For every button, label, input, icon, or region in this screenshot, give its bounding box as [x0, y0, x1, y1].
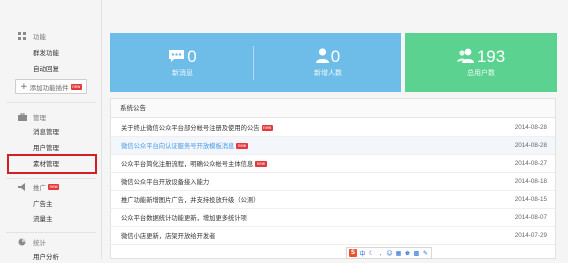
- notice-row[interactable]: 微信公众平台向认证服务号开放模板消息 new 2014-08-28: [111, 137, 555, 155]
- section-title: 功能: [33, 33, 46, 41]
- tool-icon[interactable]: ✎: [422, 250, 429, 257]
- notice-link[interactable]: 关于终止微信公众平台部分帐号注册及使用的公告 new: [121, 123, 273, 132]
- keyboard-icon[interactable]: ▦: [395, 250, 402, 257]
- add-plugin-label: 添加功能插件: [29, 83, 69, 92]
- new-badge: new: [236, 143, 248, 149]
- notice-panel: 系统公告 关于终止微信公众平台部分帐号注册及使用的公告 new 2014-08-2…: [110, 98, 556, 259]
- smile-icon[interactable]: ☺: [386, 250, 393, 257]
- notice-date: 2014-08-18: [514, 178, 547, 185]
- sidebar-item-messages[interactable]: 消息管理: [33, 126, 59, 138]
- section-title: 推广: [33, 184, 46, 192]
- notice-link[interactable]: 微信公众平台开放设备接入能力: [121, 177, 209, 186]
- punctuation-icon[interactable]: ,: [377, 250, 384, 257]
- user-icon: [315, 48, 329, 65]
- highlight-box: [7, 154, 97, 174]
- chart-icon: [16, 238, 28, 246]
- section-promotion: 推广 new: [0, 181, 101, 193]
- ime-mode-label[interactable]: 中: [359, 249, 366, 258]
- briefcase-icon: [16, 113, 28, 121]
- notice-link[interactable]: 公众平台简化注册流程，明确公众帐号主体信息 new: [121, 159, 267, 168]
- megaphone-icon: [16, 183, 28, 191]
- section-manage: 管理: [0, 111, 101, 123]
- section-function: 功能: [0, 30, 101, 42]
- stat-label: 新增人数: [314, 68, 342, 77]
- new-badge: new: [70, 83, 82, 90]
- divider: [6, 178, 96, 179]
- notice-row[interactable]: 推广功能新增图片广告，并支持投放升级（公测） 2014-08-15: [111, 191, 555, 209]
- notice-title: 系统公告: [111, 99, 555, 118]
- section-statistics: 统计: [0, 236, 101, 248]
- ime-toolbar[interactable]: S 中 ☾ , ☺ ▦ ♚ ▩ ✎: [346, 247, 432, 259]
- grid-icon: [16, 32, 28, 40]
- notice-row[interactable]: 微信公众平台开放设备接入能力 2014-08-18: [111, 173, 555, 191]
- new-badge: new: [255, 161, 267, 167]
- new-badge: new: [261, 125, 273, 131]
- notice-link[interactable]: 微信公众平台向认证服务号开放模板消息 new: [121, 141, 248, 150]
- grid-icon[interactable]: ▩: [413, 250, 420, 257]
- skin-icon[interactable]: ♚: [404, 250, 411, 257]
- notice-row[interactable]: 公众平台数据统计功能更新，增加更多统计项 2014-08-07: [111, 209, 555, 227]
- notice-date: 2014-08-28: [514, 124, 547, 131]
- divider: [6, 102, 96, 103]
- stat-value: 0: [187, 46, 197, 66]
- notice-row[interactable]: 微信小店更新，店架开放给开发者 2014-07-29: [111, 227, 555, 245]
- notice-link[interactable]: 微信小店更新，店架开放给开发者: [121, 231, 215, 240]
- stat-value: 193: [476, 46, 506, 66]
- notice-date: 2014-08-28: [514, 142, 547, 149]
- notice-row[interactable]: 关于终止微信公众平台部分帐号注册及使用的公告 new 2014-08-28: [111, 119, 555, 137]
- stat-card-new-users[interactable]: 0 新增人数: [255, 33, 401, 92]
- add-plugin-button[interactable]: + 添加功能插件 new: [15, 79, 87, 94]
- notice-date: 2014-08-15: [514, 196, 547, 203]
- notice-date: 2014-08-27: [514, 160, 547, 167]
- notice-date: 2014-08-07: [514, 214, 547, 221]
- stat-value: 0: [330, 46, 341, 66]
- sidebar-item-traffic-owner[interactable]: 流量主: [33, 213, 53, 225]
- stat-label: 总用户数: [467, 68, 495, 77]
- users-icon: [456, 48, 475, 65]
- stat-card-new-messages[interactable]: 0 新消息: [110, 33, 255, 92]
- divider: [6, 232, 96, 233]
- message-icon: [168, 49, 185, 65]
- plus-icon: +: [20, 81, 28, 92]
- notice-link[interactable]: 推广功能新增图片广告，并支持投放升级（公测）: [121, 195, 260, 204]
- sidebar: 功能 群发功能 自动回复 + 添加功能插件 new 管理 消息管理 用户管理 素…: [0, 0, 102, 261]
- sidebar-item-mass-send[interactable]: 群发功能: [33, 47, 59, 59]
- sidebar-item-users[interactable]: 用户管理: [33, 142, 59, 154]
- sidebar-item-user-analysis[interactable]: 用户分析: [33, 251, 59, 263]
- notice-link[interactable]: 公众平台数据统计功能更新，增加更多统计项: [121, 213, 247, 222]
- notice-row[interactable]: 公众平台简化注册流程，明确公众帐号主体信息 new 2014-08-27: [111, 155, 555, 173]
- moon-icon[interactable]: ☾: [368, 250, 375, 257]
- sidebar-item-auto-reply[interactable]: 自动回复: [33, 63, 59, 75]
- new-badge: new: [48, 184, 60, 190]
- section-title: 管理: [33, 114, 46, 122]
- notice-date: 2014-07-29: [514, 232, 547, 239]
- stat-label: 新消息: [172, 68, 193, 77]
- section-title: 统计: [33, 239, 46, 247]
- stat-card-total-users[interactable]: 193 总用户数: [405, 33, 557, 92]
- stat-separator: [253, 46, 254, 80]
- sidebar-item-advertiser[interactable]: 广告主: [33, 198, 53, 210]
- sogou-logo-icon[interactable]: S: [349, 249, 357, 257]
